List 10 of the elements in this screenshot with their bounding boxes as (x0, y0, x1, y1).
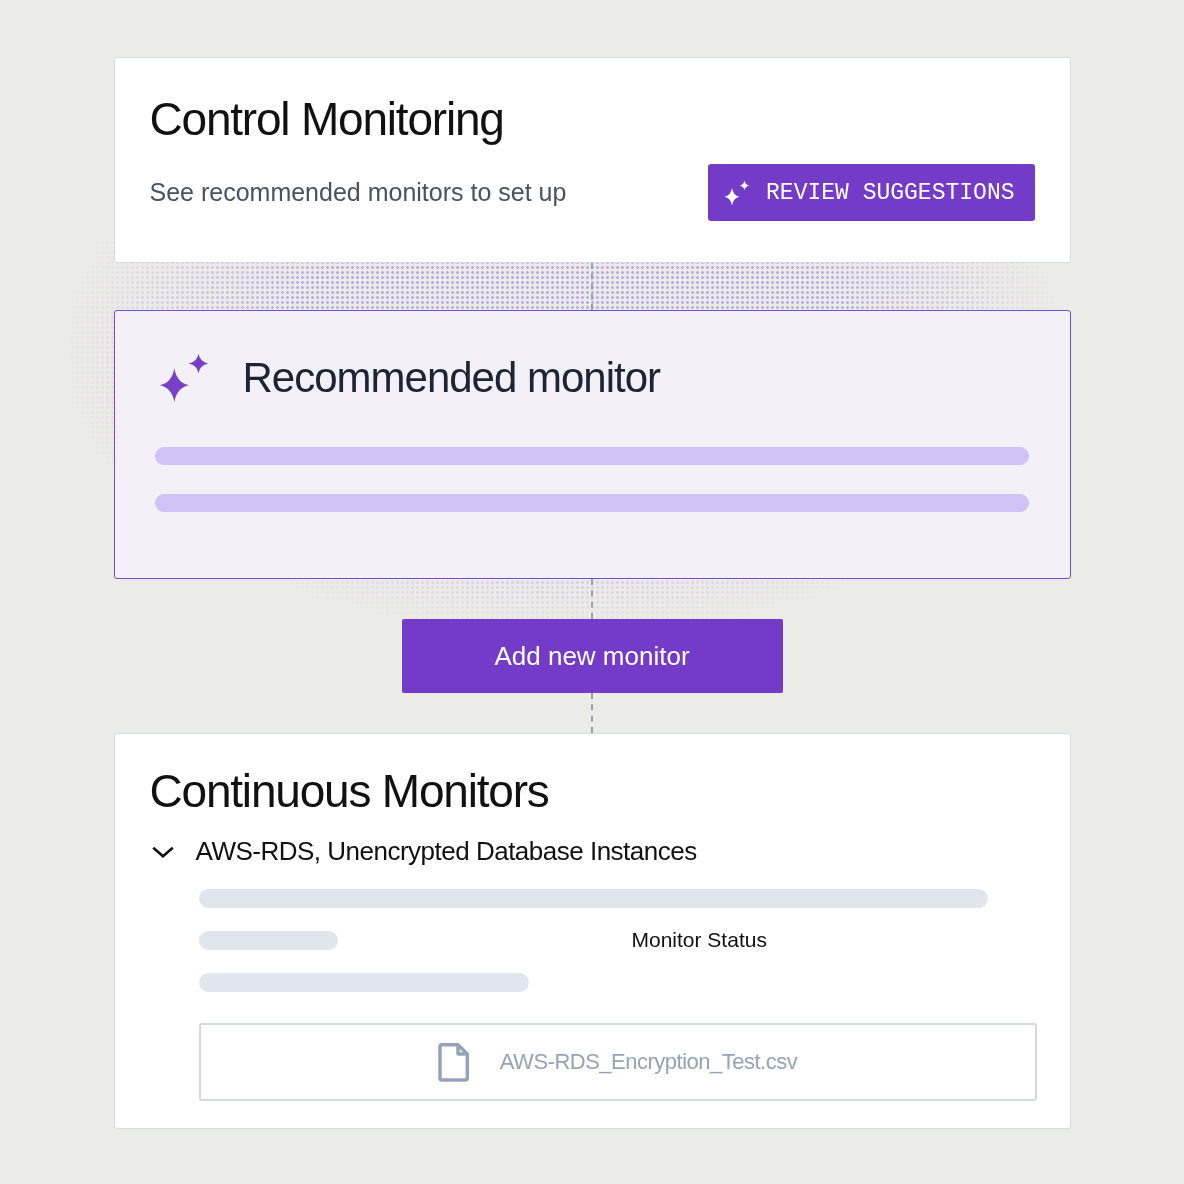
status-label: Monitor Status (631, 928, 767, 952)
card-subtitle: See recommended monitors to set up (149, 178, 567, 207)
card-title: Control Monitoring (149, 92, 505, 146)
add-monitor-button[interactable]: Add new monitor (401, 619, 783, 693)
monitor-name: AWS-RDS, Unencrypted Database Instances (195, 836, 697, 867)
file-name: AWS-RDS_Encryption_Test.csv (499, 1049, 798, 1075)
review-suggestions-button[interactable]: REVIEW SUGGESTIONS (708, 164, 1035, 221)
card-title: Continuous Monitors (149, 764, 550, 818)
card-title: Recommended monitor (242, 354, 661, 402)
document-icon (437, 1042, 470, 1082)
